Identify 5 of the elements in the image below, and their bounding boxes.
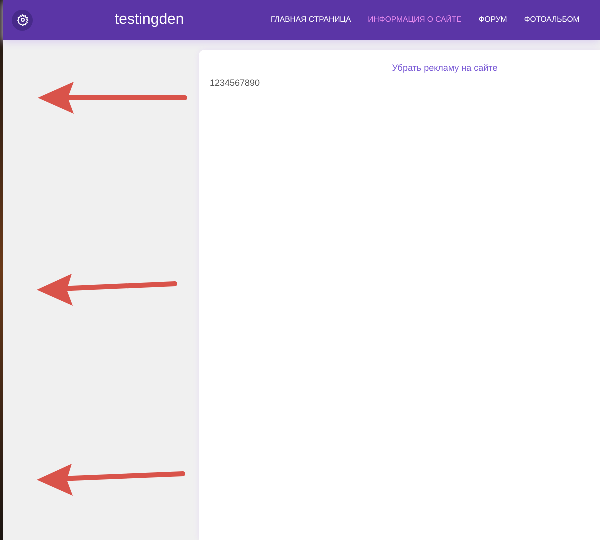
content-text: 1234567890 <box>210 76 262 90</box>
settings-icon <box>16 14 28 26</box>
settings-button[interactable] <box>12 10 33 30</box>
site-title[interactable]: testingden <box>115 8 235 32</box>
remove-ads-link[interactable]: Убрать рекламу на сайте <box>392 62 498 76</box>
